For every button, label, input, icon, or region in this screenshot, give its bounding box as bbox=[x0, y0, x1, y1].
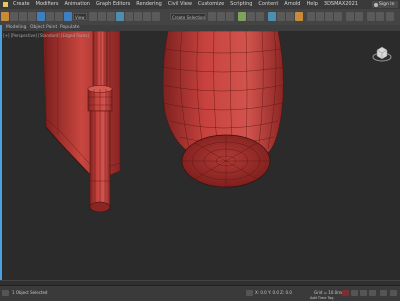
layer-explorer-icon[interactable] bbox=[226, 12, 234, 21]
menu-bar: Create Modifiers Animation Graph Editors… bbox=[0, 0, 400, 9]
menu-create[interactable]: Create bbox=[10, 0, 33, 9]
menu-version[interactable]: 3DSMAX2021 bbox=[321, 0, 361, 9]
app-logo-icon[interactable] bbox=[0, 0, 10, 9]
render-preview-icon[interactable] bbox=[316, 12, 324, 21]
align-icon[interactable] bbox=[217, 12, 225, 21]
render-production-icon[interactable] bbox=[295, 12, 303, 21]
angle-snap-icon[interactable] bbox=[125, 12, 133, 21]
selection-set-dropdown[interactable]: Create Selection Set bbox=[170, 13, 206, 20]
menu-rendering[interactable]: Rendering bbox=[133, 0, 165, 9]
menu-civil-view[interactable]: Civil View bbox=[165, 0, 195, 9]
keyboard-shortcut-icon[interactable] bbox=[107, 12, 115, 21]
status-bar: 1 Object Selected X: 0.0 Y: 0.0 Z: 0.0 G… bbox=[0, 285, 400, 301]
key-mode-icon[interactable] bbox=[369, 290, 376, 296]
menu-graph-editors[interactable]: Graph Editors bbox=[93, 0, 133, 9]
sign-in-button[interactable]: Sign In bbox=[372, 1, 398, 8]
project-icon[interactable] bbox=[376, 12, 384, 21]
main-toolbar: View Create Selection Set bbox=[0, 9, 400, 26]
zoom-extents-icon[interactable] bbox=[380, 290, 387, 296]
play-icon[interactable] bbox=[351, 290, 358, 296]
spinner-snap-icon[interactable] bbox=[143, 12, 151, 21]
menu-help[interactable]: Help bbox=[303, 0, 320, 9]
mirror-icon[interactable] bbox=[208, 12, 216, 21]
menu-modifiers[interactable]: Modifiers bbox=[33, 0, 62, 9]
orbit-icon[interactable] bbox=[390, 290, 397, 296]
workspace-icon[interactable] bbox=[367, 12, 375, 21]
snaps-icon[interactable] bbox=[116, 12, 124, 21]
lock-selection-icon[interactable] bbox=[246, 290, 253, 296]
edit-named-selection-icon[interactable] bbox=[152, 12, 160, 21]
view-dropdown[interactable]: View bbox=[73, 13, 87, 20]
unlink-icon[interactable] bbox=[28, 12, 36, 21]
menu-animation[interactable]: Animation bbox=[61, 0, 93, 9]
left-mesh-object[interactable] bbox=[42, 30, 121, 213]
rect-region-icon[interactable] bbox=[55, 12, 63, 21]
menu-arnold[interactable]: Arnold bbox=[281, 0, 303, 9]
menu-content[interactable]: Content bbox=[255, 0, 281, 9]
rendered-frame-icon[interactable] bbox=[286, 12, 294, 21]
coordinates-readout: X: 0.0 Y: 0.0 Z: 0.0 bbox=[255, 290, 292, 295]
auto-key-button[interactable] bbox=[342, 290, 349, 296]
scene-explorer-icon[interactable] bbox=[355, 12, 363, 21]
viewport-label[interactable]: [+] [Perspective] [Standard] [Edged Face… bbox=[3, 33, 89, 38]
add-time-tag[interactable]: Add Time Tag bbox=[310, 295, 334, 301]
pivot-icon[interactable] bbox=[89, 12, 97, 21]
environment-icon[interactable] bbox=[334, 12, 342, 21]
folder-icon[interactable] bbox=[346, 12, 354, 21]
viewport-scene bbox=[42, 30, 285, 213]
next-frame-icon[interactable] bbox=[360, 290, 367, 296]
user-icon bbox=[374, 2, 378, 7]
redo-icon[interactable] bbox=[10, 12, 18, 21]
arnold-icon[interactable] bbox=[307, 12, 315, 21]
schematic-view-icon[interactable] bbox=[256, 12, 264, 21]
perspective-viewport[interactable]: [+] [Perspective] [Standard] [Edged Face… bbox=[0, 30, 400, 285]
menu-customize[interactable]: Customize bbox=[195, 0, 227, 9]
render-setup-icon[interactable] bbox=[277, 12, 285, 21]
menu-scripting[interactable]: Scripting bbox=[227, 0, 255, 9]
select-manipulate-icon[interactable] bbox=[98, 12, 106, 21]
sign-in-label: Sign In bbox=[379, 2, 395, 7]
expand-icon[interactable] bbox=[386, 12, 394, 21]
right-mesh-object[interactable] bbox=[161, 30, 285, 188]
maxscript-listener-icon[interactable] bbox=[2, 290, 9, 296]
render-frame-window-icon[interactable] bbox=[325, 12, 333, 21]
viewcube-icon[interactable] bbox=[372, 44, 392, 64]
select-by-name-icon[interactable] bbox=[46, 12, 54, 21]
percent-snap-icon[interactable] bbox=[134, 12, 142, 21]
curve-editor-icon[interactable] bbox=[247, 12, 255, 21]
move-icon[interactable] bbox=[64, 12, 72, 21]
material-editor-icon[interactable] bbox=[268, 12, 276, 21]
undo-icon[interactable] bbox=[1, 12, 9, 21]
toggle-ribbon-icon[interactable] bbox=[238, 12, 246, 21]
link-icon[interactable] bbox=[19, 12, 27, 21]
select-object-icon[interactable] bbox=[37, 12, 45, 21]
object-selection-info: 1 Object Selected bbox=[12, 290, 48, 295]
